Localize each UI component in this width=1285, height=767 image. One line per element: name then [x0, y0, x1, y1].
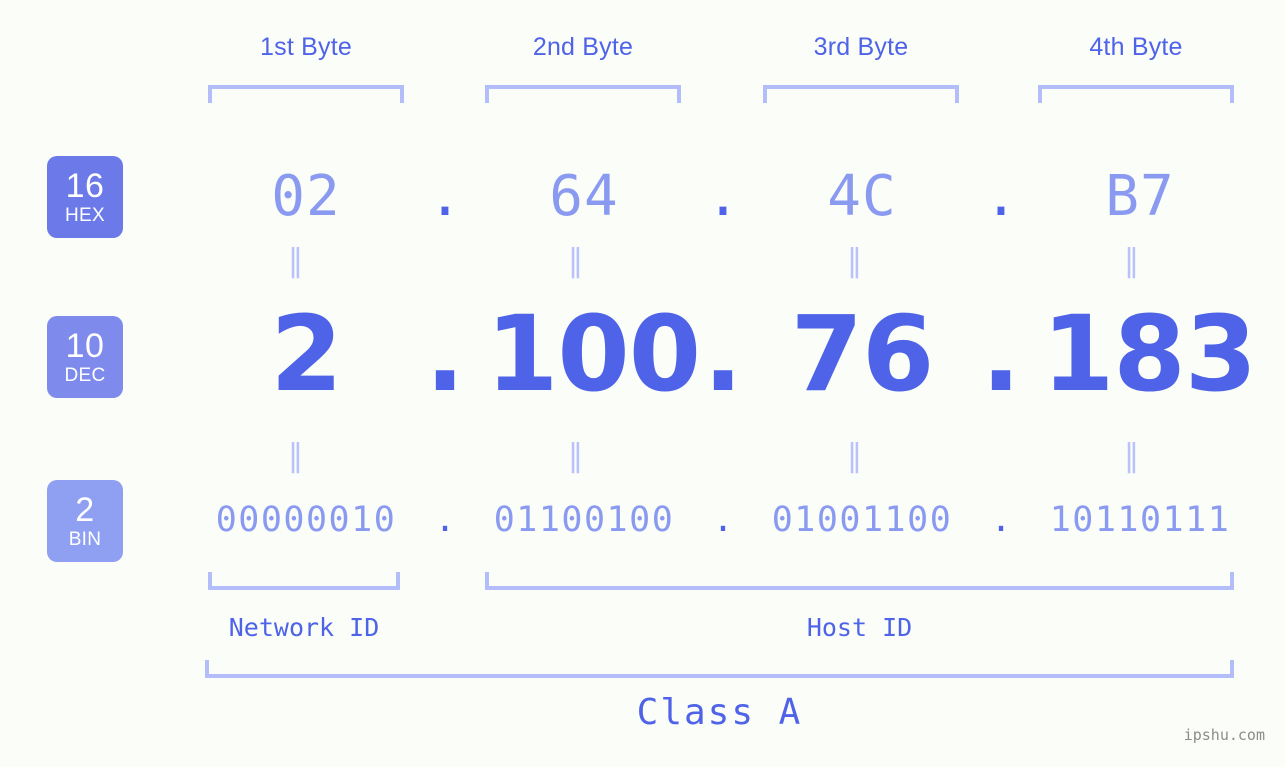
- host-id-bracket: [485, 572, 1234, 590]
- class-bracket: [205, 660, 1234, 678]
- byte-bracket-2: [485, 85, 681, 103]
- hex-octet-4: B7: [1105, 163, 1175, 229]
- equality-marker-hex-dec-1: ‖: [288, 242, 303, 279]
- equality-marker-hex-dec-4: ‖: [1124, 242, 1139, 279]
- network-id-label: Network ID: [228, 613, 380, 642]
- equality-marker-dec-bin-4: ‖: [1124, 437, 1139, 474]
- byte-bracket-1: [208, 85, 404, 103]
- bin-octet-4: 10110111: [1049, 500, 1231, 540]
- equality-marker-dec-bin-3: ‖: [847, 437, 862, 474]
- hex-separator-2: .: [706, 163, 740, 229]
- dec-octet-1: 2: [270, 293, 342, 415]
- dec-octet-2: 100: [486, 293, 701, 415]
- equality-marker-dec-bin-2: ‖: [568, 437, 583, 474]
- base-badge-bin-number: 2: [75, 491, 95, 529]
- byte-header-4: 4th Byte: [1089, 33, 1183, 61]
- hex-separator-3: .: [984, 163, 1018, 229]
- base-badge-bin: 2 BIN: [47, 480, 123, 562]
- byte-bracket-4: [1038, 85, 1234, 103]
- bin-octet-2: 01100100: [493, 500, 675, 540]
- dec-separator-2: .: [703, 293, 743, 415]
- bin-row: 00000010 . 01100100 . 01001100 . 1011011…: [140, 492, 1260, 548]
- byte-header-1: 1st Byte: [260, 33, 352, 61]
- bin-separator-3: .: [990, 500, 1012, 540]
- hex-octet-3: 4C: [827, 163, 897, 229]
- hex-row: 02 . 64 . 4C . B7: [140, 150, 1260, 242]
- dec-separator-1: .: [425, 293, 465, 415]
- byte-header-3: 3rd Byte: [813, 33, 909, 61]
- base-badge-hex: 16 HEX: [47, 156, 123, 238]
- dec-octet-3: 76: [790, 293, 935, 415]
- dec-row: 2 . 100 . 76 . 183: [140, 293, 1260, 415]
- base-badge-dec-name: DEC: [64, 365, 106, 386]
- hex-octet-2: 64: [549, 163, 619, 229]
- base-badge-bin-name: BIN: [68, 529, 102, 550]
- dec-octet-4: 183: [1042, 293, 1257, 415]
- dec-separator-3: .: [981, 293, 1021, 415]
- bin-separator-2: .: [712, 500, 734, 540]
- base-badge-dec-number: 10: [65, 327, 105, 365]
- bin-octet-3: 01001100: [771, 500, 953, 540]
- network-id-bracket: [208, 572, 400, 590]
- hex-separator-1: .: [428, 163, 462, 229]
- base-badge-dec: 10 DEC: [47, 316, 123, 398]
- ip-breakdown-diagram: 1st Byte 2nd Byte 3rd Byte 4th Byte 16 H…: [0, 0, 1285, 767]
- bin-octet-1: 00000010: [215, 500, 397, 540]
- byte-bracket-3: [763, 85, 959, 103]
- equality-marker-hex-dec-2: ‖: [568, 242, 583, 279]
- site-watermark: ipshu.com: [1183, 726, 1265, 744]
- equality-marker-dec-bin-1: ‖: [288, 437, 303, 474]
- base-badge-hex-name: HEX: [65, 205, 105, 226]
- equality-marker-hex-dec-3: ‖: [847, 242, 862, 279]
- hex-octet-1: 02: [271, 163, 341, 229]
- class-label: Class A: [636, 692, 803, 733]
- bin-separator-1: .: [434, 500, 456, 540]
- host-id-label: Host ID: [806, 613, 913, 642]
- base-badge-hex-number: 16: [65, 167, 105, 205]
- byte-header-2: 2nd Byte: [532, 33, 634, 61]
